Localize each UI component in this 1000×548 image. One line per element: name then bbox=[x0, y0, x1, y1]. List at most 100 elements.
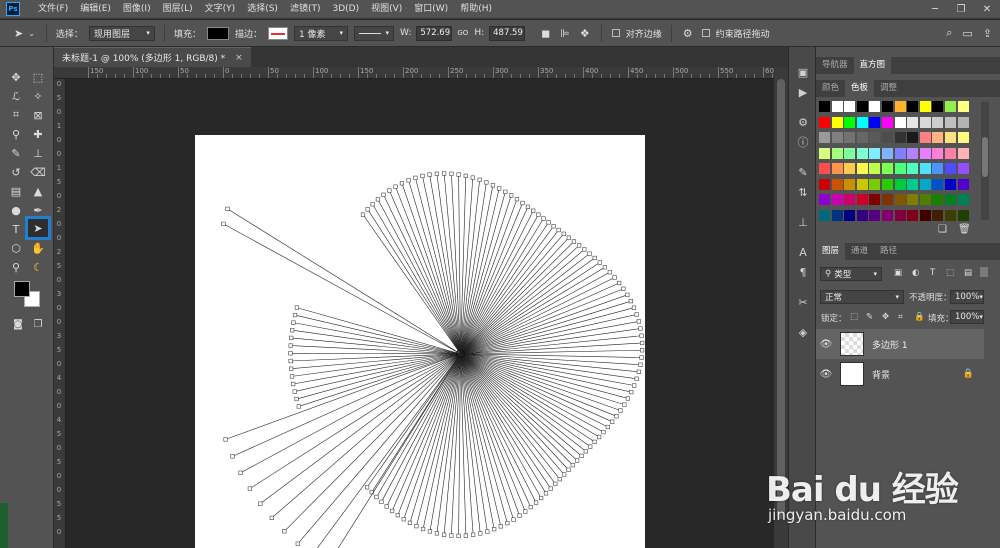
screen-mode-icon[interactable]: ❐ bbox=[28, 315, 48, 333]
lock-all-icon[interactable]: 🔒 bbox=[914, 312, 925, 322]
anchor-point[interactable] bbox=[420, 526, 426, 532]
color-swatch[interactable] bbox=[919, 178, 931, 190]
path-segment[interactable] bbox=[249, 353, 461, 489]
brush-tool-icon[interactable]: ✎ bbox=[6, 144, 26, 162]
color-swatch[interactable] bbox=[869, 209, 881, 221]
filter-toggle[interactable] bbox=[980, 267, 988, 277]
anchor-point[interactable] bbox=[602, 265, 608, 270]
height-field[interactable]: 487.59 bbox=[489, 25, 526, 41]
path-segment[interactable] bbox=[298, 353, 461, 407]
tab-color[interactable]: 颜色 bbox=[816, 80, 845, 97]
color-swatch[interactable] bbox=[919, 132, 931, 143]
color-swatch[interactable] bbox=[932, 194, 944, 205]
anchor-point[interactable] bbox=[631, 305, 637, 310]
actions-panel-icon[interactable]: ▶ bbox=[793, 83, 813, 101]
anchor-point[interactable] bbox=[238, 470, 243, 475]
path-arrangement-icon[interactable]: ❖ bbox=[580, 27, 590, 40]
eye-icon[interactable]: 👁 bbox=[816, 369, 836, 380]
anchor-point[interactable] bbox=[485, 529, 490, 534]
path-segment[interactable] bbox=[460, 353, 542, 499]
layer-row-polygon[interactable]: 👁 多边形 1 bbox=[816, 329, 984, 359]
tab-layers[interactable]: 图层 bbox=[816, 243, 846, 260]
anchor-point[interactable] bbox=[295, 541, 300, 546]
color-swatch[interactable] bbox=[882, 194, 893, 205]
path-segment[interactable] bbox=[460, 253, 590, 355]
anchor-point[interactable] bbox=[374, 494, 379, 500]
color-swatch[interactable] bbox=[932, 147, 944, 159]
minimize-button[interactable]: ─ bbox=[922, 0, 948, 19]
anchor-point[interactable] bbox=[618, 408, 623, 413]
anchor-point[interactable] bbox=[490, 183, 495, 188]
color-swatch[interactable] bbox=[844, 209, 856, 221]
anchor-point[interactable] bbox=[587, 251, 592, 256]
anchor-point[interactable] bbox=[223, 437, 228, 442]
color-swatch[interactable] bbox=[856, 116, 868, 128]
document-tab[interactable]: 未标题-1 @ 100% (多边形 1, RGB/8) * × bbox=[54, 47, 251, 67]
properties-panel-icon[interactable]: ⓘ bbox=[793, 133, 813, 151]
color-swatch[interactable] bbox=[869, 132, 881, 143]
color-swatch[interactable] bbox=[882, 163, 893, 174]
color-swatch[interactable] bbox=[844, 163, 856, 174]
anchor-point[interactable] bbox=[638, 326, 643, 331]
anchor-point[interactable] bbox=[390, 508, 395, 514]
lock-image-icon[interactable]: ✎ bbox=[866, 312, 873, 322]
path-segment[interactable] bbox=[460, 353, 467, 536]
anchor-point[interactable] bbox=[387, 188, 392, 193]
anchor-point[interactable] bbox=[607, 270, 612, 275]
anchor-point[interactable] bbox=[634, 312, 639, 317]
anchor-point[interactable] bbox=[449, 533, 454, 538]
color-swatch[interactable] bbox=[844, 178, 856, 190]
workspace-icon[interactable]: ▭ bbox=[962, 27, 972, 40]
tool-presets-icon[interactable]: ✂ bbox=[793, 293, 813, 311]
path-segment[interactable] bbox=[377, 199, 461, 355]
anchor-point[interactable] bbox=[533, 500, 539, 505]
path-segment[interactable] bbox=[460, 353, 591, 447]
anchor-point[interactable] bbox=[566, 467, 571, 472]
marquee-tool-icon[interactable]: ⬚ bbox=[28, 68, 48, 86]
color-swatch[interactable] bbox=[856, 194, 868, 205]
path-segment[interactable] bbox=[460, 353, 526, 512]
lock-position-icon[interactable]: ✥ bbox=[882, 312, 889, 322]
anchor-point[interactable] bbox=[384, 504, 389, 509]
color-swatch[interactable] bbox=[945, 132, 956, 143]
anchor-point[interactable] bbox=[511, 517, 516, 522]
gear-icon[interactable]: ⚙ bbox=[683, 27, 693, 40]
anchor-point[interactable] bbox=[636, 369, 641, 374]
anchor-point[interactable] bbox=[370, 202, 375, 207]
path-segment[interactable] bbox=[240, 353, 461, 474]
fill-field[interactable]: 100% ▾ bbox=[950, 310, 984, 324]
anchor-point[interactable] bbox=[610, 419, 615, 424]
anchor-point[interactable] bbox=[291, 320, 296, 325]
color-swatch[interactable] bbox=[819, 132, 830, 143]
color-swatch[interactable] bbox=[844, 116, 856, 128]
anchor-point[interactable] bbox=[296, 404, 301, 409]
anchor-point[interactable] bbox=[470, 175, 475, 180]
anchor-point[interactable] bbox=[413, 175, 418, 180]
anchor-point[interactable] bbox=[375, 197, 381, 202]
color-swatch[interactable] bbox=[945, 147, 956, 159]
anchor-point[interactable] bbox=[484, 180, 489, 185]
color-swatch[interactable] bbox=[869, 101, 881, 112]
anchor-point[interactable] bbox=[505, 521, 510, 526]
anchor-point[interactable] bbox=[621, 286, 626, 291]
anchor-point[interactable] bbox=[360, 212, 366, 217]
color-swatch[interactable] bbox=[819, 209, 830, 221]
history-panel-icon[interactable]: ▣ bbox=[793, 63, 813, 81]
anchor-point[interactable] bbox=[546, 220, 551, 225]
color-swatch[interactable] bbox=[831, 194, 843, 205]
anchor-point[interactable] bbox=[379, 499, 384, 504]
anchor-point[interactable] bbox=[395, 513, 400, 518]
stamp-tool-icon[interactable]: ⊥ bbox=[28, 144, 48, 162]
color-swatch[interactable] bbox=[957, 209, 969, 221]
anchor-point[interactable] bbox=[625, 292, 630, 297]
anchor-point[interactable] bbox=[551, 224, 556, 229]
color-swatch[interactable] bbox=[819, 163, 830, 174]
adjustment-filter-icon[interactable]: ◐ bbox=[912, 268, 919, 278]
link-icon[interactable]: GO bbox=[457, 29, 468, 37]
color-swatch[interactable] bbox=[957, 132, 969, 143]
color-swatch[interactable] bbox=[844, 132, 856, 143]
anchor-point[interactable] bbox=[401, 517, 406, 522]
color-swatch[interactable] bbox=[869, 178, 881, 190]
anchor-point[interactable] bbox=[407, 520, 413, 525]
anchor-point[interactable] bbox=[612, 275, 617, 280]
